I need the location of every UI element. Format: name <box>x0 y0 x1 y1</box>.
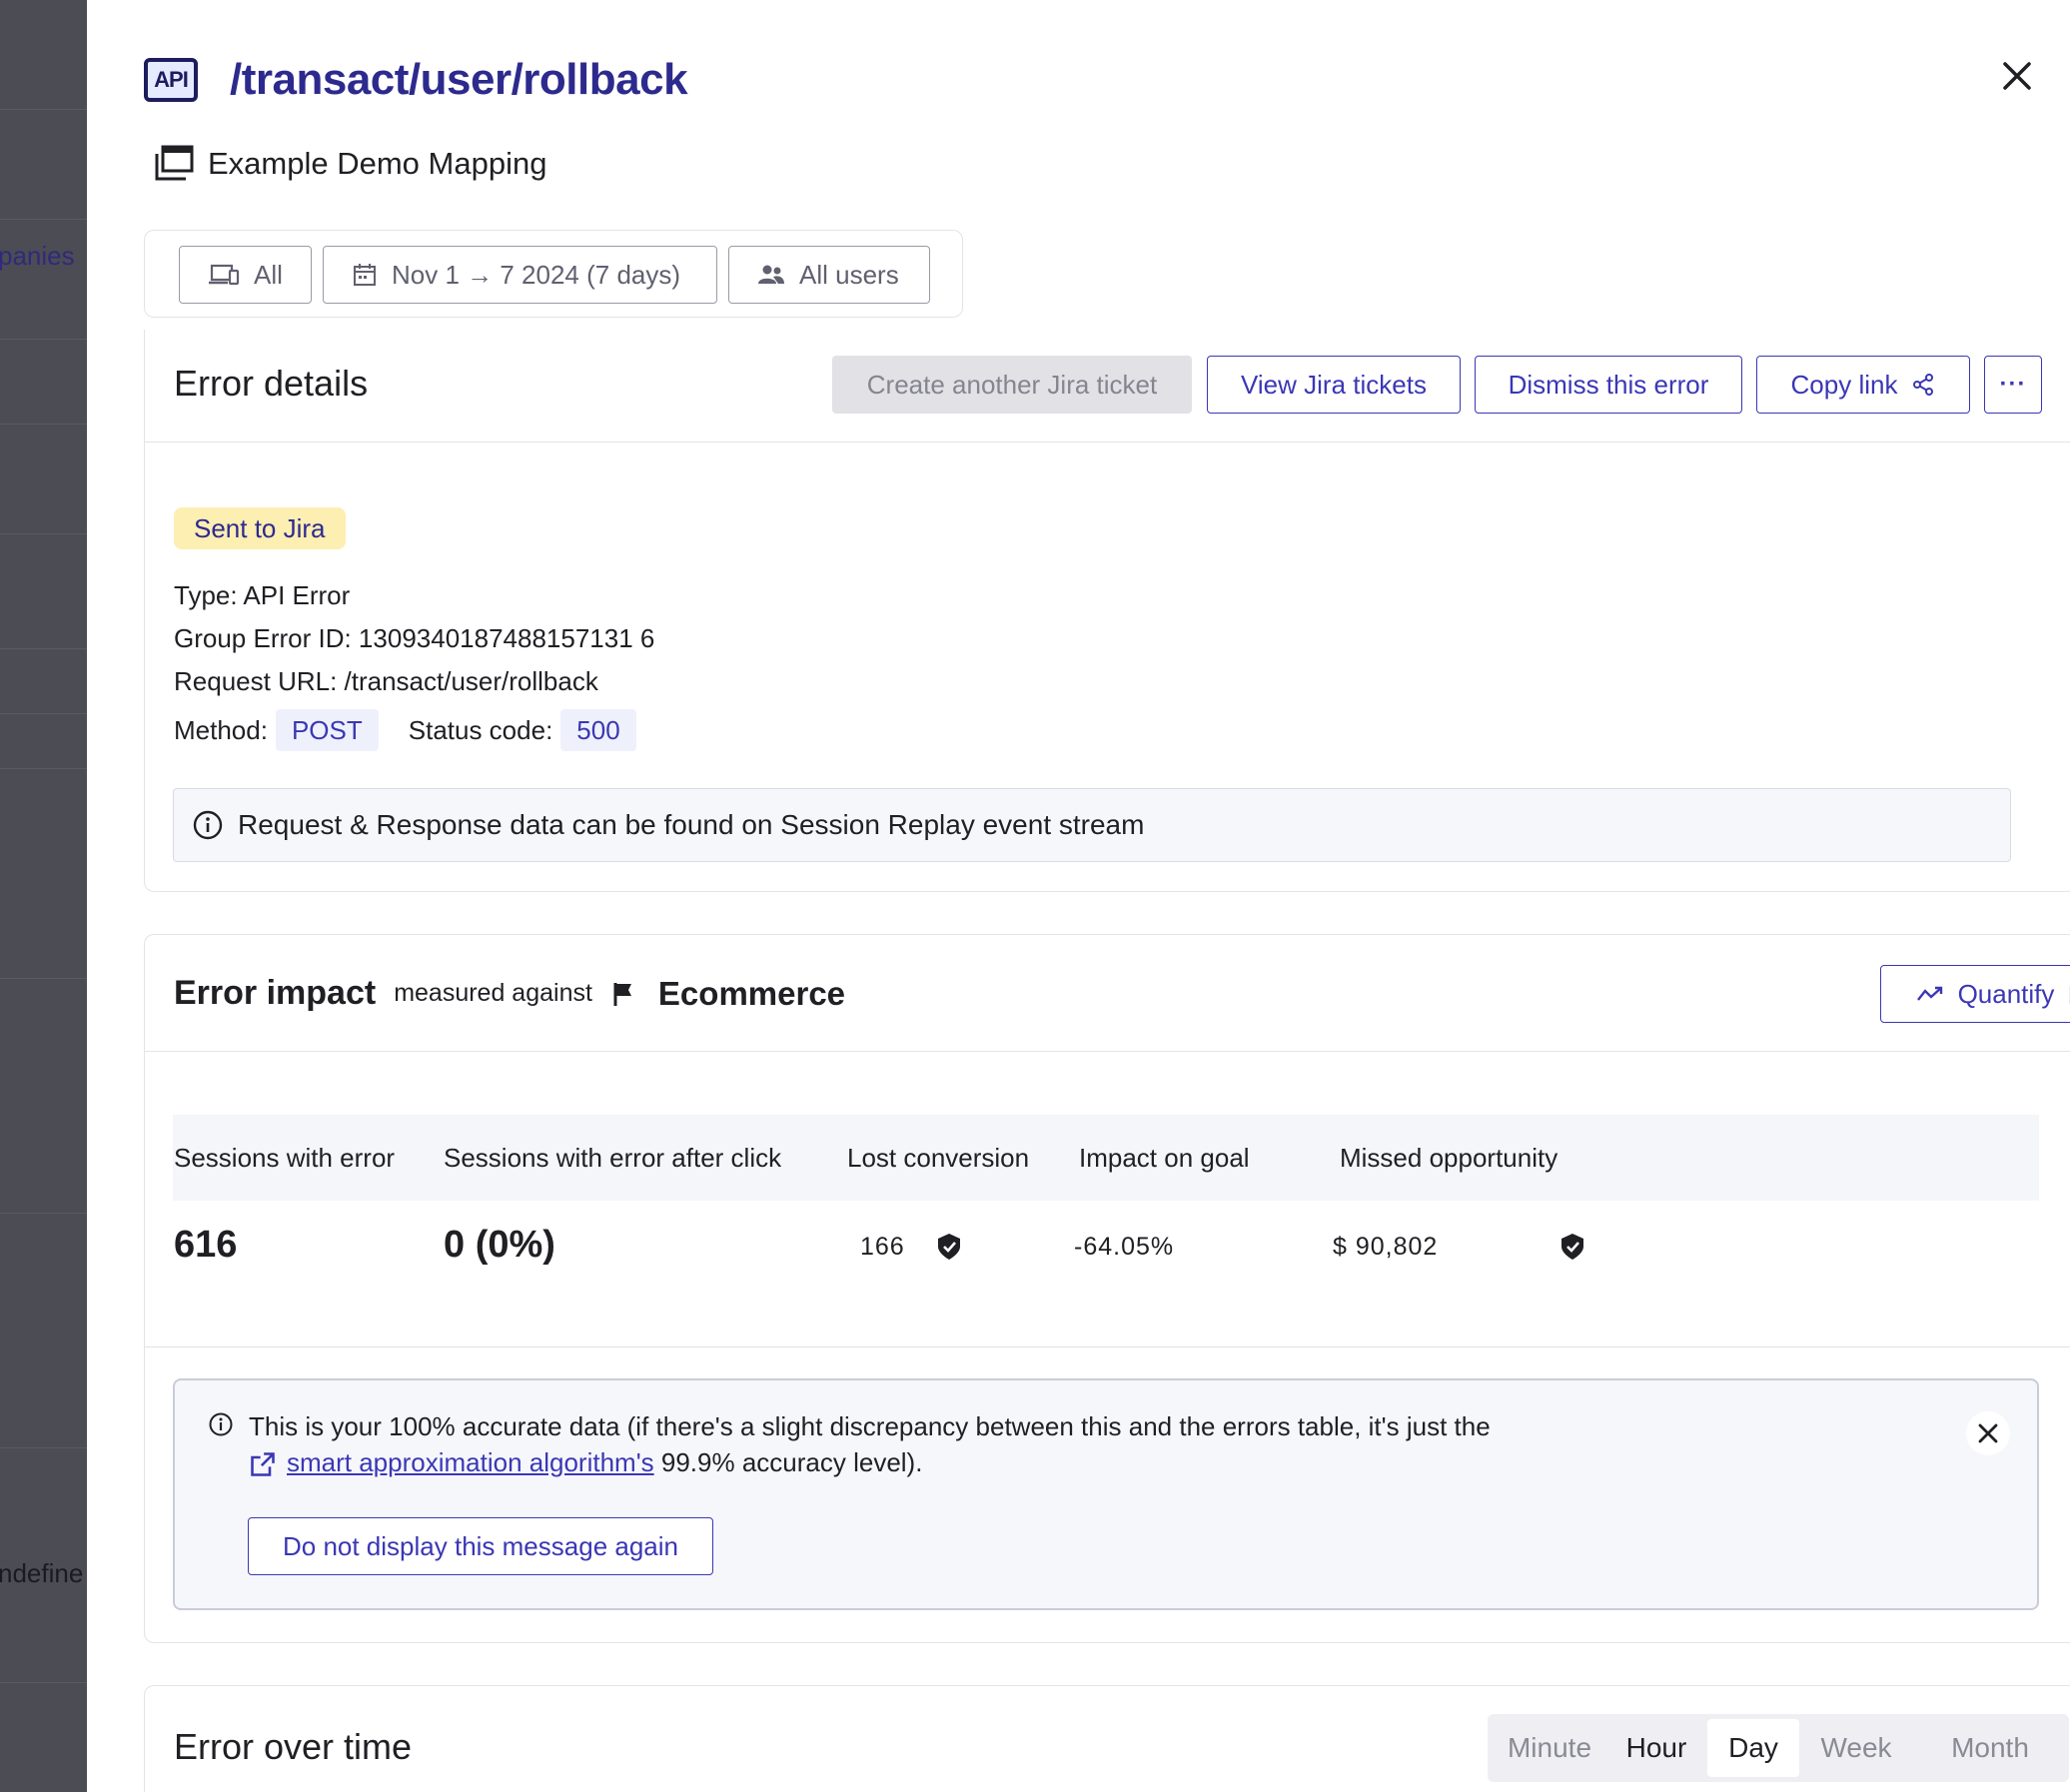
lost-conversion-value: 166 <box>860 1233 905 1261</box>
backdrop-row <box>0 290 87 340</box>
backdrop-overlay: panies ndefine <box>0 0 87 1792</box>
info-icon <box>193 810 223 840</box>
share-icon <box>1913 374 1934 396</box>
header-missed-opportunity: Missed opportunity <box>1340 1143 1558 1173</box>
status-code-chip: 500 <box>560 709 636 751</box>
granularity-week[interactable]: Week <box>1801 1719 1911 1777</box>
copy-link-button[interactable]: Copy link <box>1756 356 1970 414</box>
accuracy-notice: This is your 100% accurate data (if ther… <box>173 1378 2039 1610</box>
notice-close-button[interactable] <box>1966 1411 2010 1455</box>
devices-icon <box>209 264 240 286</box>
granularity-selector: Minute Hour Day Week Month <box>1488 1714 2069 1782</box>
backdrop-cell-text: ndefine <box>0 1558 84 1588</box>
filter-bar: All Nov 1 → 7 2024 (7 days) All users <box>144 230 963 318</box>
device-filter-button[interactable]: All <box>179 246 312 304</box>
api-icon: API <box>144 58 198 102</box>
mapping-name: Example Demo Mapping <box>208 146 547 181</box>
notice-line-2: 99.9% accuracy level). <box>653 1447 923 1477</box>
calendar-icon <box>354 264 376 286</box>
more-options-button[interactable]: ··· <box>1984 356 2042 414</box>
external-link-icon <box>251 1452 275 1476</box>
backdrop-row <box>0 534 87 649</box>
backdrop-row <box>0 340 87 425</box>
method-chip: POST <box>275 709 379 751</box>
error-impact-card: Error impact measured against Ecommerce … <box>144 934 2070 1643</box>
impact-on-goal-value: -64.05% <box>1074 1233 1175 1261</box>
verified-shield-icon <box>938 1234 960 1260</box>
error-type: Type: API Error <box>174 580 351 610</box>
method-label: Method: <box>174 714 268 745</box>
granularity-day[interactable]: Day <box>1707 1719 1799 1777</box>
error-details-title: Error details <box>174 363 369 404</box>
notice-line-1: This is your 100% accurate data (if ther… <box>249 1411 1491 1441</box>
verified-shield-icon <box>1561 1234 1583 1260</box>
status-code-label: Status code: <box>408 714 553 745</box>
device-filter-label: All <box>254 259 283 290</box>
backdrop-row <box>0 769 87 979</box>
backdrop-row <box>0 1214 87 1448</box>
request-url: Request URL: /transact/user/rollback <box>174 666 598 696</box>
trend-icon <box>1916 986 1942 1001</box>
error-details-card: Error details Create another Jira ticket… <box>144 330 2070 892</box>
backdrop-row <box>0 979 87 1214</box>
backdrop-row <box>0 714 87 769</box>
backdrop-row <box>0 0 87 110</box>
info-icon <box>209 1412 233 1436</box>
error-impact-title-row: Error impact measured against Ecommerce <box>174 974 845 1013</box>
mapping-row: Example Demo Mapping <box>154 145 546 183</box>
error-details-header: Error details Create another Jira ticket… <box>145 330 2070 443</box>
header-sessions-with-error: Sessions with error <box>174 1143 396 1173</box>
windows-icon <box>155 145 194 181</box>
group-error-id: Group Error ID: 1309340187488157131 6 <box>174 623 655 653</box>
goal-name: Ecommerce <box>657 974 846 1012</box>
error-impact-title: Error impact <box>174 974 377 1012</box>
error-detail-drawer: API /transact/user/rollback Example Demo… <box>87 0 2070 1792</box>
backdrop-link-text: panies <box>0 241 75 271</box>
date-range-label: Nov 1 → 7 2024 (7 days) <box>392 259 681 290</box>
info-banner: Request & Response data can be found on … <box>173 788 2011 862</box>
users-filter-button[interactable]: All users <box>728 246 930 304</box>
quantify-button[interactable]: Quantify <box>1880 965 2070 1023</box>
users-filter-label: All users <box>799 259 899 290</box>
metrics-header-row: Sessions with error Sessions with error … <box>173 1115 2039 1201</box>
copy-link-label: Copy link <box>1790 369 1898 400</box>
quantify-label: Quantify <box>1957 978 2055 1009</box>
close-icon <box>1978 1423 1998 1443</box>
sessions-after-click-value: 0 (0%) <box>444 1224 555 1266</box>
sessions-with-error-value: 616 <box>174 1224 238 1266</box>
title-row: API /transact/user/rollback <box>144 55 688 105</box>
backdrop-row <box>0 425 87 534</box>
info-banner-text: Request & Response data can be found on … <box>238 809 1145 840</box>
granularity-hour[interactable]: Hour <box>1607 1719 1705 1777</box>
do-not-display-button[interactable]: Do not display this message again <box>248 1517 713 1575</box>
status-badge: Sent to Jira <box>174 507 346 549</box>
view-jira-button[interactable]: View Jira tickets <box>1207 356 1461 414</box>
date-range-button[interactable]: Nov 1 → 7 2024 (7 days) <box>323 246 717 304</box>
header-impact-on-goal: Impact on goal <box>1079 1143 1250 1173</box>
dismiss-error-button[interactable]: Dismiss this error <box>1475 356 1742 414</box>
granularity-month[interactable]: Month <box>1915 1719 2065 1777</box>
algorithm-link[interactable]: smart approximation algorithm's <box>287 1447 654 1477</box>
header-sessions-after-click: Sessions with error after click <box>444 1143 782 1173</box>
error-over-time-card: Error over time Minute Hour Day Week Mon… <box>144 1685 2070 1792</box>
create-jira-button[interactable]: Create another Jira ticket <box>832 356 1192 414</box>
error-over-time-title: Error over time <box>174 1726 413 1767</box>
close-icon[interactable] <box>1997 56 2037 96</box>
flag-icon <box>613 982 631 1006</box>
backdrop-row <box>0 649 87 714</box>
divider <box>145 1346 2070 1347</box>
error-impact-header: Error impact measured against Ecommerce … <box>145 935 2070 1052</box>
missed-opportunity-value: $ 90,802 <box>1333 1233 1439 1261</box>
measured-against-label: measured against <box>394 979 592 1007</box>
page-title: /transact/user/rollback <box>230 55 688 104</box>
backdrop-row <box>0 110 87 220</box>
header-lost-conversion: Lost conversion <box>847 1143 1030 1173</box>
accuracy-notice-text: This is your 100% accurate data (if ther… <box>249 1408 1947 1480</box>
method-status-row: Method: POST Status code: 500 <box>174 709 636 751</box>
users-icon <box>758 265 784 284</box>
granularity-minute[interactable]: Minute <box>1494 1719 1605 1777</box>
